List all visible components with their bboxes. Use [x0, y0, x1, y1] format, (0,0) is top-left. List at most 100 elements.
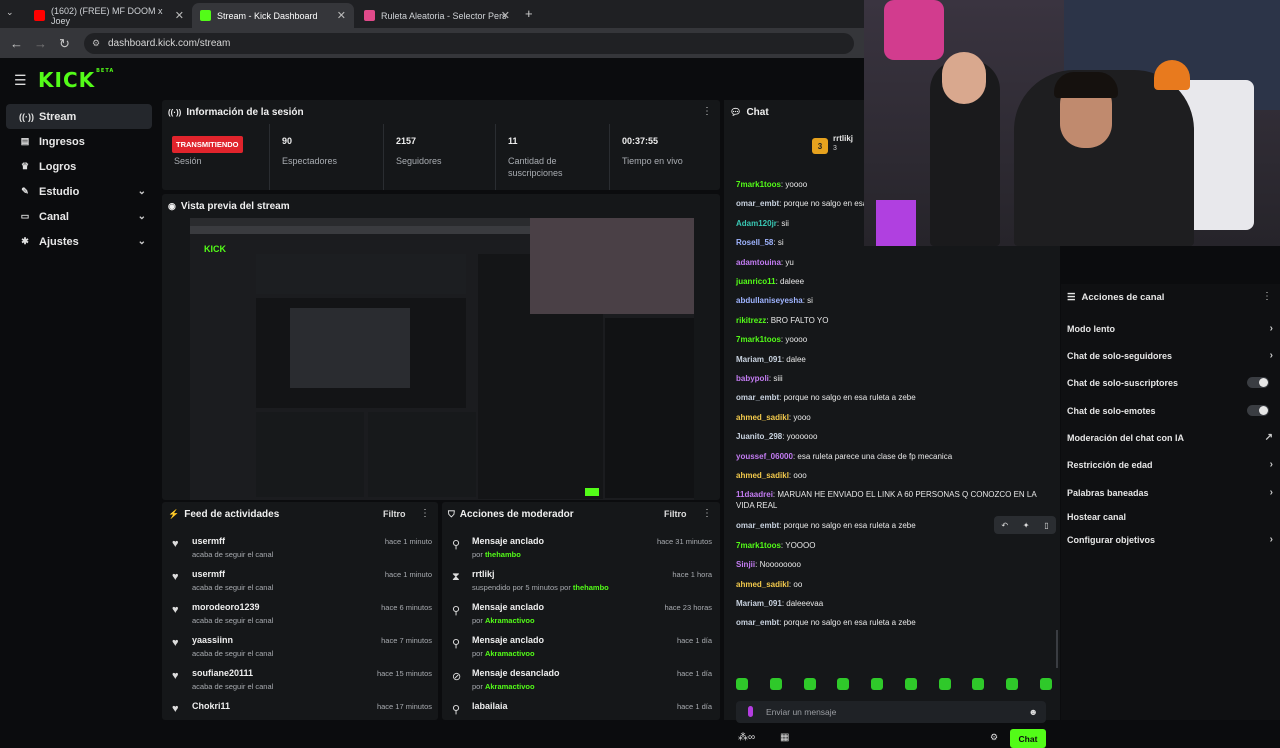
chat-message[interactable]: Sinjii: Noooooooo — [736, 559, 1056, 570]
kebab-menu-icon[interactable]: ⋮ — [420, 508, 430, 519]
chat-username[interactable]: youssef_06000 — [736, 452, 793, 461]
activity-username[interactable]: usermff — [192, 569, 225, 579]
activity-item[interactable]: ♥ usermff acaba de seguir el canal hace 1 m… — [170, 534, 432, 567]
sidebar-item-ajustes[interactable]: ✱ Ajustes ⌄ — [6, 229, 152, 254]
chat-message[interactable]: babypoli: siii — [736, 373, 1056, 384]
reload-icon[interactable]: ↻ — [59, 36, 70, 52]
chat-username[interactable]: abdullaniseyesha — [736, 296, 803, 305]
tab-kick-dashboard[interactable]: Stream - Kick Dashboard ✕ — [192, 3, 354, 28]
chat-message[interactable]: ahmed_sadikl: oo — [736, 579, 1056, 590]
activity-username[interactable]: morodeoro1239 — [192, 602, 260, 612]
moderator-name[interactable]: thehambo — [573, 583, 609, 592]
chat-username[interactable]: Rosell_58 — [736, 238, 773, 247]
kebab-menu-icon[interactable]: ⋮ — [702, 508, 712, 519]
chat-send-button[interactable]: Chat — [1010, 729, 1046, 748]
chat-message[interactable]: abdullaniseyesha: si — [736, 295, 1056, 306]
activity-username[interactable]: soufiane20111 — [192, 668, 253, 678]
settings-gear-icon[interactable]: ⚙ — [990, 732, 998, 743]
moderator-name[interactable]: thehambo — [485, 550, 521, 559]
moderator-name[interactable]: Akramactivoo — [485, 649, 535, 658]
moderator-filter-button[interactable]: Filtro — [664, 509, 687, 519]
chevron-right-icon[interactable]: › — [1270, 459, 1273, 470]
close-tab-icon[interactable]: ✕ — [337, 9, 346, 22]
new-tab-button[interactable]: + — [525, 6, 533, 21]
channel-action-4[interactable]: Moderación del chat con IA ↗ — [1067, 432, 1273, 443]
back-arrow-icon[interactable]: ← — [10, 36, 23, 51]
chat-username[interactable]: 7mark1toos — [736, 541, 781, 550]
delete-icon[interactable]: ▯ — [1044, 521, 1048, 530]
hamburger-menu-icon[interactable]: ☰ — [14, 72, 27, 89]
chat-message[interactable]: Mariam_091: dalee — [736, 354, 1056, 365]
channel-action-7[interactable]: Hostear canal — [1067, 512, 1273, 522]
chat-message[interactable]: ahmed_sadikl: ooo — [736, 470, 1056, 481]
chat-message[interactable]: Mariam_091: daleeevaa — [736, 598, 1056, 609]
moderator-action-item[interactable]: ⧗ rrtlikj suspendido por 5 minutos por the… — [450, 567, 712, 600]
tab-youtube[interactable]: (1602) (FREE) MF DOOM x Joey ✕ — [26, 3, 192, 28]
emote-icon[interactable] — [837, 678, 850, 690]
moderator-name[interactable]: Akramactivoo — [485, 616, 535, 625]
channel-action-1[interactable]: Chat de solo-seguidores › — [1067, 350, 1273, 361]
tab-search-button[interactable]: ⌄ — [6, 7, 14, 18]
moderator-action-item[interactable]: ⊘ Mensaje desanclado por Akramactivoo hace … — [450, 666, 712, 699]
close-tab-icon[interactable]: ✕ — [501, 9, 510, 22]
emote-icon[interactable] — [1006, 678, 1019, 690]
chevron-right-icon[interactable]: › — [1270, 487, 1273, 498]
chevron-down-icon[interactable]: ⌄ — [138, 211, 146, 222]
sidebar-item-stream[interactable]: ((·)) Stream — [6, 104, 152, 129]
emoji-icon[interactable]: ☻ — [1029, 707, 1038, 717]
kebab-menu-icon[interactable]: ⋮ — [1262, 291, 1272, 302]
moderator-action-item[interactable]: ⚲ Mensaje anclado por Akramactivoo hace 23 … — [450, 600, 712, 633]
moderator-name[interactable]: Akramactivoo — [485, 682, 535, 691]
sidebar-item-logros[interactable]: ♛ Logros — [6, 154, 152, 179]
external-link-icon[interactable]: ↗ — [1265, 432, 1273, 443]
chat-username[interactable]: omar_embt — [736, 618, 779, 627]
toggle-switch[interactable] — [1247, 405, 1269, 416]
pinned-user-badge[interactable]: 3 rrtlikj 3 — [812, 134, 872, 156]
channel-action-5[interactable]: Restricción de edad › — [1067, 459, 1273, 470]
emote-icon[interactable] — [803, 678, 816, 690]
moderator-action-item[interactable]: ⚲ labailaia hace 1 día — [450, 699, 712, 732]
chat-message[interactable]: Juanito_298: yoooooo — [736, 431, 1056, 442]
sidebar-item-ingresos[interactable]: ▤ Ingresos — [6, 129, 152, 154]
chat-username[interactable]: babypoli — [736, 374, 769, 383]
chat-scrollbar[interactable] — [1056, 630, 1058, 668]
activity-item[interactable]: ♥ usermff acaba de seguir el canal hace 1 m… — [170, 567, 432, 600]
pin-icon[interactable]: ✦ — [1023, 521, 1030, 530]
site-info-icon[interactable]: ⚙ — [92, 38, 100, 49]
chat-username[interactable]: adamtouina — [736, 258, 781, 267]
chevron-right-icon[interactable]: › — [1270, 534, 1273, 545]
chat-username[interactable]: rikitrezz — [736, 316, 766, 325]
activity-item[interactable]: ♥ Chokri11 hace 17 minutos — [170, 699, 432, 732]
url-field[interactable]: ⚙ dashboard.kick.com/stream — [84, 33, 854, 54]
emote-icon[interactable] — [769, 678, 782, 690]
chat-username[interactable]: ahmed_sadikl — [736, 413, 789, 422]
chevron-right-icon[interactable]: › — [1270, 323, 1273, 334]
chat-username[interactable]: 11daadrei — [736, 490, 773, 499]
activity-username[interactable]: usermff — [192, 536, 225, 546]
activity-item[interactable]: ♥ soufiane20111 acaba de seguir el canal ha… — [170, 666, 432, 699]
stream-preview-video[interactable]: KICK — [190, 218, 694, 500]
chat-message[interactable]: adamtouina: yu — [736, 257, 1056, 268]
chat-message[interactable]: omar_embt: porque no salgo en esa ruleta… — [736, 392, 1056, 403]
reply-icon[interactable]: ↶ — [1001, 521, 1008, 530]
activity-filter-button[interactable]: Filtro — [383, 509, 406, 519]
chat-username[interactable]: Mariam_091 — [736, 599, 782, 608]
chat-username[interactable]: Sinjii — [736, 560, 755, 569]
chat-username[interactable]: omar_embt — [736, 521, 779, 530]
channel-action-8[interactable]: Configurar objetivos › — [1067, 534, 1273, 545]
chat-username[interactable]: omar_embt — [736, 393, 779, 402]
moderator-action-item[interactable]: ⚲ Mensaje anclado por Akramactivoo hace 1 d… — [450, 633, 712, 666]
sidebar-item-canal[interactable]: ▭ Canal ⌄ — [6, 204, 152, 229]
chat-message[interactable]: rikitrezz: BRO FALTO YO — [736, 315, 1056, 326]
chat-username[interactable]: ahmed_sadikl — [736, 471, 789, 480]
chat-username[interactable]: 7mark1toos — [736, 335, 781, 344]
emote-icon[interactable] — [736, 678, 748, 690]
chat-username[interactable]: Adam120jr — [736, 219, 777, 228]
channel-action-6[interactable]: Palabras baneadas › — [1067, 487, 1273, 498]
emote-icon[interactable] — [972, 678, 985, 690]
chevron-down-icon[interactable]: ⌄ — [138, 186, 146, 197]
channel-action-0[interactable]: Modo lento › — [1067, 323, 1273, 334]
users-icon[interactable]: ⁂∞ — [738, 732, 755, 743]
emote-icon[interactable] — [938, 678, 951, 690]
activity-item[interactable]: ♥ morodeoro1239 acaba de seguir el canal ha… — [170, 600, 432, 633]
